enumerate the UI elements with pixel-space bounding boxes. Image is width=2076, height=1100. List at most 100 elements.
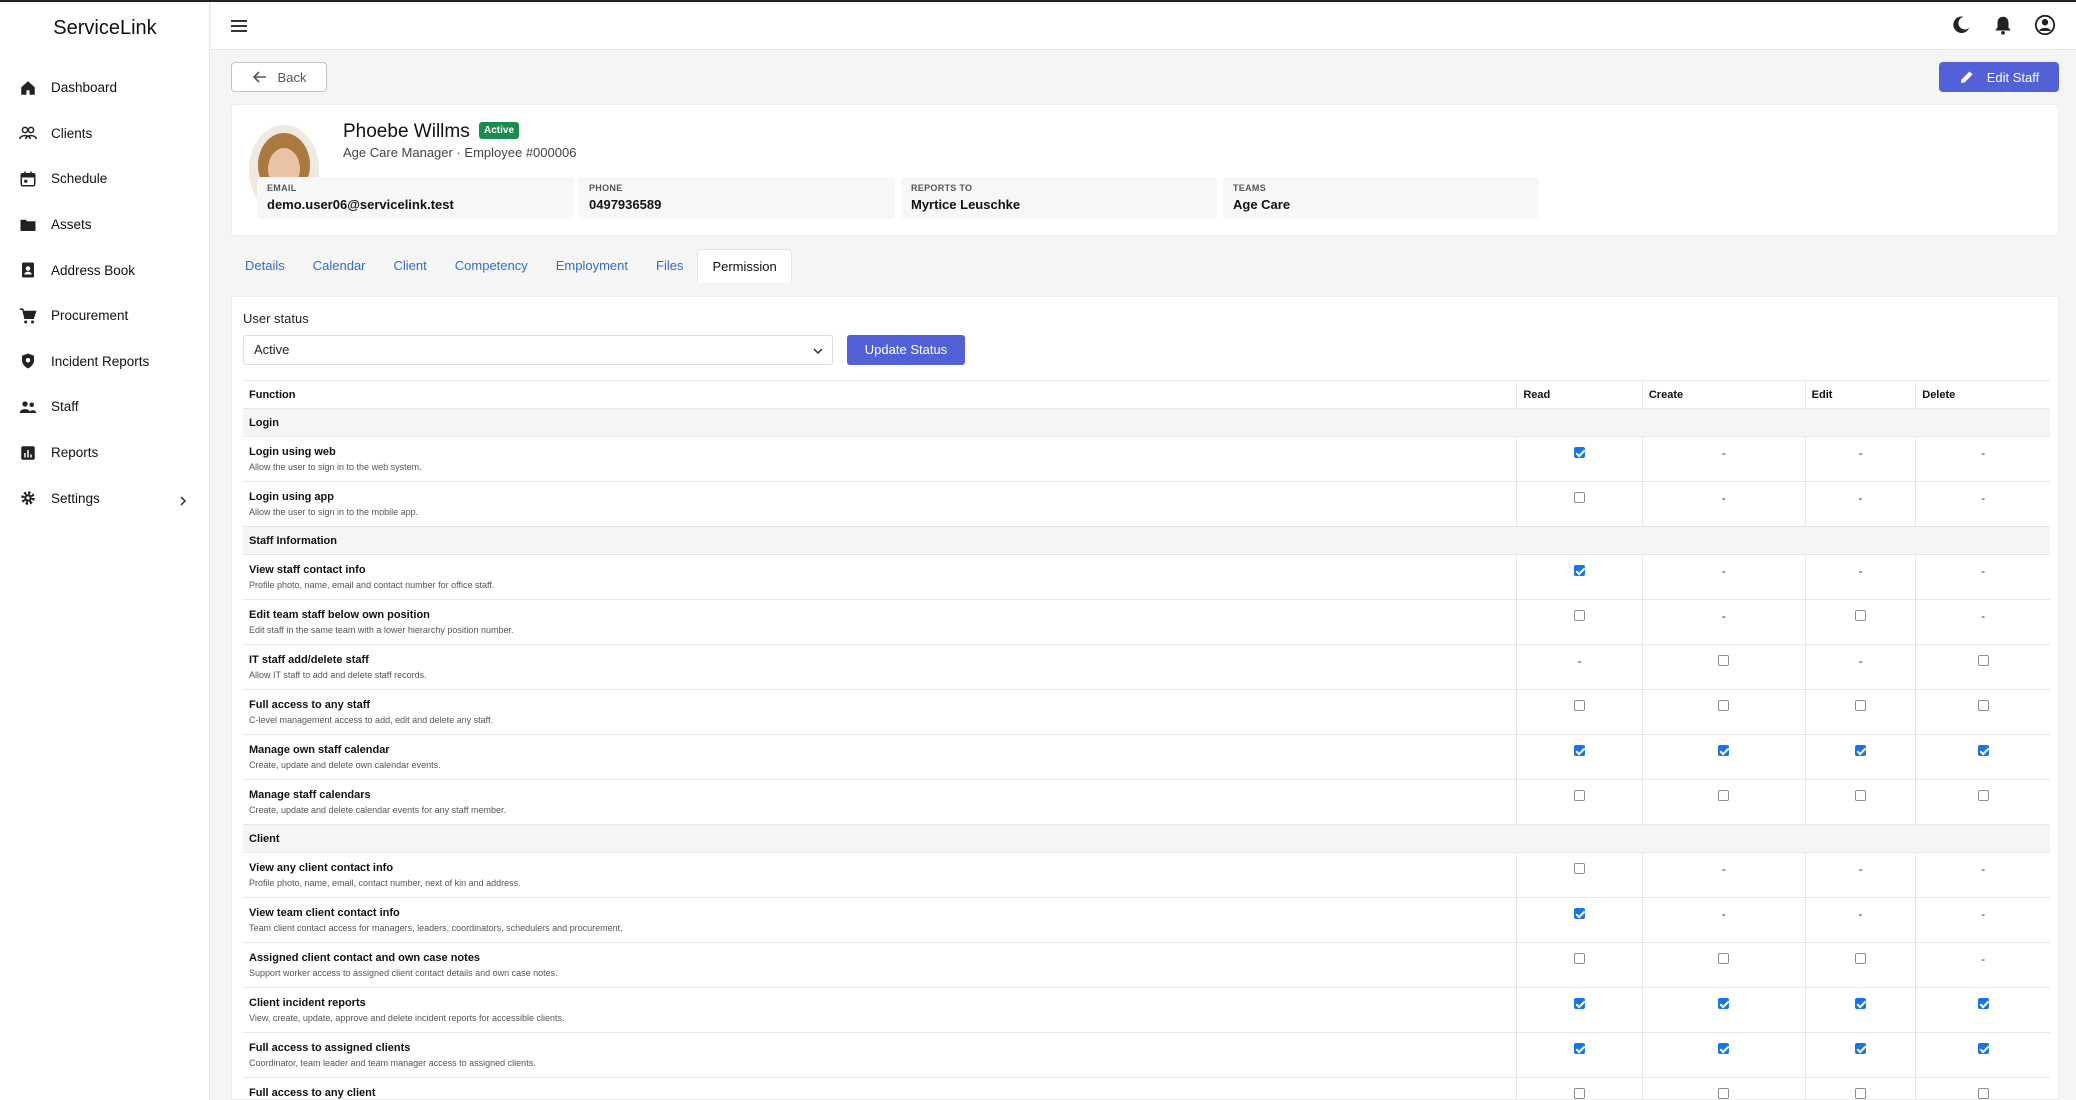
create-checkbox[interactable] [1718,1088,1730,1099]
chevron-down-icon [813,348,823,355]
sidebar-item-reports[interactable]: Reports [0,430,210,476]
top-bar-actions [1950,14,2056,36]
edit-checkbox[interactable] [1854,1088,1866,1099]
delete-checkbox[interactable] [1977,700,1989,711]
create-cell [1641,779,1806,825]
delete-checkbox[interactable] [1977,998,1989,1009]
edit-checkbox[interactable] [1854,998,1866,1009]
back-button[interactable]: Back [231,62,327,92]
create-cell: - [1641,852,1806,898]
email-info: EMAIL demo.user06@servicelink.test [257,177,573,219]
tab-competency[interactable]: Competency [441,249,542,283]
edit-checkbox[interactable] [1854,790,1866,801]
tab-calendar[interactable]: Calendar [299,249,380,283]
sidebar-item-staff[interactable]: Staff [0,384,210,430]
tab-files[interactable]: Files [642,249,697,283]
read-checkbox[interactable] [1574,700,1586,711]
delete-checkbox[interactable] [1977,790,1989,801]
section-row: Client [243,824,2050,853]
read-checkbox[interactable] [1574,908,1586,919]
sidebar-item-label: Schedule [51,171,108,187]
sidebar-item-label: Reports [51,445,99,461]
read-checkbox[interactable] [1574,953,1586,964]
read-checkbox[interactable] [1574,1043,1586,1054]
sidebar-item-assets[interactable]: Assets [0,202,210,248]
sidebar-item-clients[interactable]: Clients [0,111,210,157]
edit-checkbox[interactable] [1854,745,1866,756]
function-cell: View staff contact info Profile photo, na… [243,554,1517,600]
delete-checkbox[interactable] [1977,1043,1989,1054]
delete-checkbox[interactable] [1977,655,1989,666]
function-cell: Edit team staff below own position Edit s… [243,599,1517,645]
user-account-icon[interactable] [2034,14,2056,36]
not-applicable-dash: - [1721,907,1726,921]
sidebar-item-procurement[interactable]: Procurement [0,293,210,339]
top-bar [211,2,2076,50]
create-checkbox[interactable] [1718,745,1730,756]
read-checkbox[interactable] [1574,998,1586,1009]
delete-cell: - [1915,897,2050,943]
create-checkbox[interactable] [1718,790,1730,801]
function-cell: Assigned client contact and own case not… [243,942,1517,988]
tab-client[interactable]: Client [380,249,441,283]
read-checkbox[interactable] [1574,863,1586,874]
table-row: IT staff add/delete staff Allow IT staff … [243,644,2050,690]
function-description: Edit staff in the same team with a lower… [249,625,514,635]
edit-checkbox[interactable] [1854,953,1866,964]
tab-details[interactable]: Details [231,249,299,283]
sidebar-item-incident-reports[interactable]: Incident Reports [0,339,210,385]
create-cell [1641,942,1806,988]
sidebar-item-label: Incident Reports [51,353,150,369]
function-description: Team client contact access for managers,… [249,923,623,933]
read-checkbox[interactable] [1574,492,1586,503]
create-checkbox[interactable] [1718,655,1730,666]
notification-bell-icon[interactable] [1992,14,2014,36]
gear-icon [19,489,37,507]
function-name: Full access to any client [249,1087,376,1099]
user-status-select[interactable]: Active [243,335,833,365]
tab-employment[interactable]: Employment [542,249,642,283]
edit-checkbox[interactable] [1854,610,1866,621]
read-checkbox[interactable] [1574,745,1586,756]
reports-to-value: Myrtice Leuschke [911,197,1021,212]
sidebar-item-label: Clients [51,125,93,141]
hamburger-menu-icon[interactable] [229,16,249,36]
read-checkbox[interactable] [1574,610,1586,621]
function-cell: View team client contact info Team client… [243,897,1517,943]
read-checkbox[interactable] [1574,1088,1586,1099]
table-row: Full access to assigned clients Coordinat… [243,1032,2050,1078]
clients-icon [19,124,37,142]
create-checkbox[interactable] [1718,700,1730,711]
function-cell: Full access to assigned clients Coordinat… [243,1032,1517,1078]
sidebar-item-address-book[interactable]: Address Book [0,247,210,293]
function-cell: IT staff add/delete staff Allow IT staff … [243,644,1517,690]
read-checkbox[interactable] [1574,447,1586,458]
create-checkbox[interactable] [1718,998,1730,1009]
app-logo[interactable]: ServiceLink [0,17,210,40]
tab-permission[interactable]: Permission [697,249,792,283]
profile-card: Phoebe Willms Active Age Care Manager · … [231,104,2059,236]
create-cell [1641,987,1806,1033]
not-applicable-dash: - [1981,609,1986,623]
read-cell [1516,942,1643,988]
sidebar-item-schedule[interactable]: Schedule [0,156,210,202]
not-applicable-dash: - [1981,564,1986,578]
function-description: View, create, update, approve and delete… [249,1013,565,1023]
create-cell [1641,1032,1806,1078]
read-checkbox[interactable] [1574,565,1586,576]
dark-mode-icon[interactable] [1950,14,1972,36]
delete-checkbox[interactable] [1977,1088,1989,1099]
create-checkbox[interactable] [1718,1043,1730,1054]
edit-staff-button[interactable]: Edit Staff [1939,62,2059,92]
calendar-icon [19,170,37,188]
create-checkbox[interactable] [1718,953,1730,964]
edit-checkbox[interactable] [1854,700,1866,711]
sidebar-item-dashboard[interactable]: Dashboard [0,65,210,111]
edit-checkbox[interactable] [1854,1043,1866,1054]
sidebar-item-settings[interactable]: Settings [0,475,210,521]
delete-checkbox[interactable] [1977,745,1989,756]
not-applicable-dash: - [1858,907,1863,921]
update-status-button[interactable]: Update Status [847,335,965,365]
read-checkbox[interactable] [1574,790,1586,801]
column-header-create: Create [1641,380,1806,409]
